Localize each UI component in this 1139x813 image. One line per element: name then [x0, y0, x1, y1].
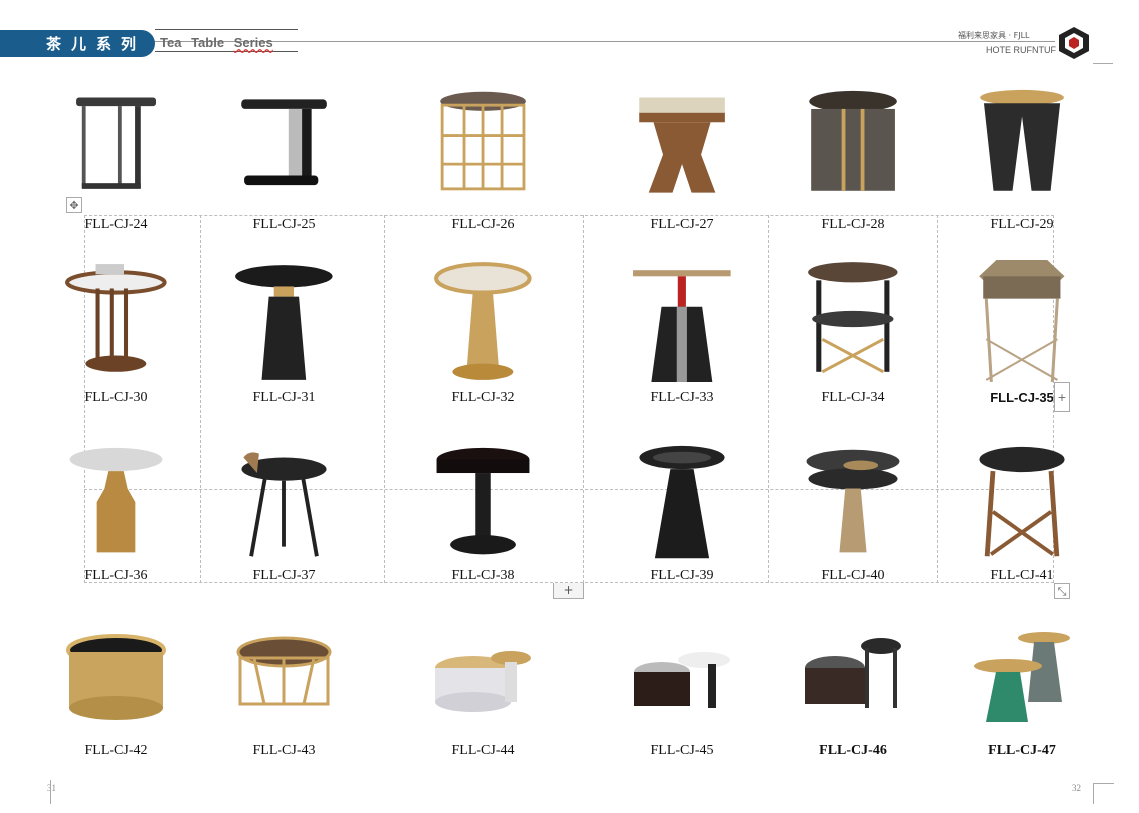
- section-tab: 茶儿系列: [0, 30, 155, 57]
- product-code: FLL-CJ-41: [990, 568, 1054, 583]
- section-title: 茶儿系列: [46, 35, 147, 53]
- product-image: [69, 447, 163, 553]
- series-title: Tea Table Series: [160, 35, 273, 50]
- series-bottom-rule: [155, 51, 298, 52]
- product-image: [639, 445, 725, 559]
- corner-mark: [1093, 783, 1114, 804]
- product-code: FLL-CJ-46: [819, 743, 887, 758]
- product-image: [241, 452, 327, 557]
- product-image: [809, 90, 897, 191]
- product-code: FLL-CJ-31: [252, 390, 316, 405]
- product-code: FLL-CJ-42: [84, 743, 148, 758]
- product-code: FLL-CJ-26: [451, 217, 515, 232]
- product-image: [434, 262, 532, 380]
- product-image: [235, 265, 333, 380]
- add-column-icon[interactable]: +: [1054, 382, 1070, 412]
- table-column-line: [384, 215, 385, 583]
- product-image: [436, 447, 530, 555]
- product-image: [65, 264, 167, 372]
- page-number-right: 32: [1072, 783, 1081, 793]
- brand-name-cn: 福利来思家具 · FJLL: [958, 31, 1030, 40]
- product-image: [979, 446, 1065, 557]
- product-image: [974, 632, 1070, 722]
- product-image: [66, 634, 166, 720]
- product-code: FLL-CJ-27: [650, 217, 714, 232]
- brand-name-en: HOTE RUFNTUF: [986, 45, 1056, 55]
- product-code: FLL-CJ-44: [451, 743, 515, 758]
- product-code: FLL-CJ-47: [988, 743, 1056, 758]
- product-image: [634, 652, 730, 708]
- product-image: [980, 89, 1064, 191]
- series-word-3: Series: [233, 35, 273, 50]
- product-code: FLL-CJ-45: [650, 743, 714, 758]
- resize-handle-icon[interactable]: ⤡: [1054, 583, 1070, 599]
- product-code: FLL-CJ-38: [451, 568, 515, 583]
- product-code: FLL-CJ-25: [252, 217, 316, 232]
- table-column-line: [768, 215, 769, 583]
- brand-logo-icon: [1059, 27, 1089, 59]
- product-image: [808, 262, 898, 374]
- series-word-1: Tea: [160, 35, 182, 50]
- series-word-2: Table: [191, 35, 225, 50]
- product-image: [805, 638, 901, 708]
- product-code: FLL-CJ-30: [84, 390, 148, 405]
- table-column-line: [200, 215, 201, 583]
- product-code: FLL-CJ-36: [84, 568, 148, 583]
- product-image: [979, 260, 1065, 383]
- product-image: [633, 270, 731, 382]
- product-code: FLL-CJ-24: [84, 217, 148, 232]
- product-code: FLL-CJ-34: [821, 390, 885, 405]
- product-code: FLL-CJ-43: [252, 743, 316, 758]
- product-image: [806, 449, 900, 553]
- product-code: FLL-CJ-28: [821, 217, 885, 232]
- product-image: [76, 97, 156, 189]
- product-code: FLL-CJ-29: [990, 217, 1054, 232]
- header-rule: [0, 41, 1055, 42]
- product-image: [440, 91, 526, 191]
- add-row-icon[interactable]: +: [553, 583, 584, 599]
- product-code: FLL-CJ-39: [650, 568, 714, 583]
- table-column-line: [937, 215, 938, 583]
- series-top-rule: [155, 29, 298, 30]
- product-code: FLL-CJ-32: [451, 390, 515, 405]
- product-code: FLL-CJ-35: [990, 390, 1054, 405]
- product-code: FLL-CJ-37: [252, 568, 316, 583]
- corner-mark: [1093, 43, 1113, 64]
- product-code: FLL-CJ-33: [650, 390, 714, 405]
- product-image: [241, 99, 327, 186]
- product-image: [639, 97, 725, 193]
- corner-mark: [30, 780, 51, 804]
- product-code: FLL-CJ-40: [821, 568, 885, 583]
- product-image: [435, 651, 531, 712]
- table-column-line: [583, 215, 584, 583]
- product-image: [236, 636, 332, 706]
